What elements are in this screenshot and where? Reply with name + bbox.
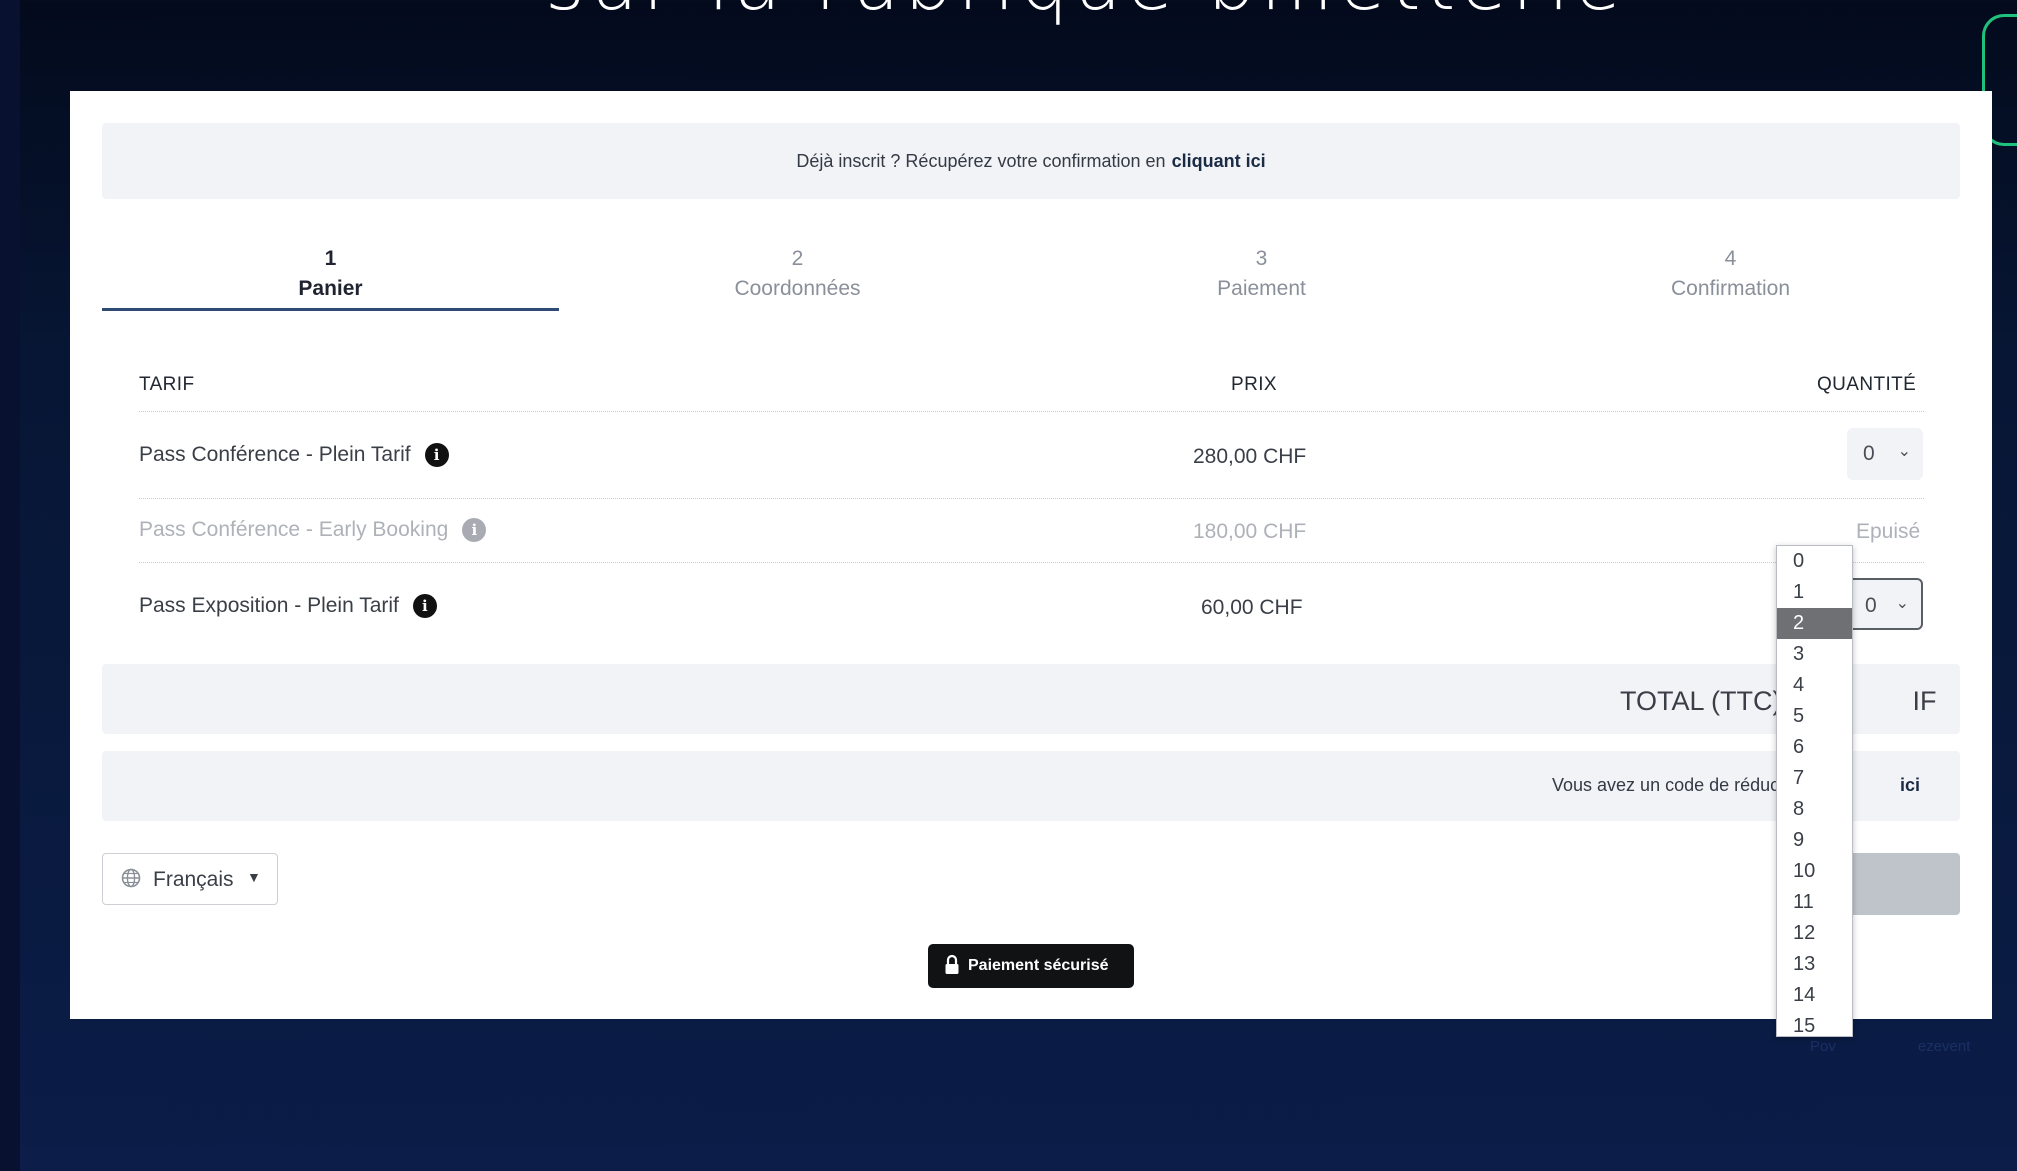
- dropdown-option[interactable]: 15: [1777, 1011, 1852, 1042]
- sold-out-label: Epuisé: [1856, 520, 1921, 543]
- step-cart[interactable]: 1 Panier: [102, 246, 559, 311]
- dropdown-option[interactable]: 3: [1777, 639, 1852, 670]
- dropdown-option[interactable]: 8: [1777, 794, 1852, 825]
- ticket-name: Pass Conférence - Early Booking: [139, 518, 449, 541]
- dropdown-option[interactable]: 7: [1777, 763, 1852, 794]
- dropdown-option[interactable]: 10: [1777, 856, 1852, 887]
- total-value-end: IF: [1912, 686, 1937, 716]
- ticketing-widget: Déjà inscrit ? Récupérez votre confirmat…: [70, 91, 1992, 1019]
- dropdown-option[interactable]: 0: [1777, 546, 1852, 577]
- dropdown-option[interactable]: 1: [1777, 577, 1852, 608]
- powered-by-end: ezevent: [1917, 1038, 1971, 1055]
- chevron-down-icon: ⌄: [1895, 595, 1909, 612]
- column-header-quantite: QUANTITÉ: [1817, 374, 1917, 395]
- step-confirmation[interactable]: 4 Confirmation: [1502, 246, 1959, 308]
- step-label: Confirmation: [1670, 277, 1791, 300]
- lock-icon: [945, 954, 959, 974]
- banner-link[interactable]: cliquant ici: [1172, 151, 1266, 172]
- total-label: TOTAL (TTC): [1620, 686, 1782, 716]
- quantity-select-active[interactable]: 0 ⌄: [1847, 578, 1923, 630]
- dropdown-option[interactable]: 4: [1777, 670, 1852, 701]
- step-label: Coordonnées: [734, 277, 861, 300]
- chevron-down-icon: ⌄: [1897, 443, 1911, 460]
- table-row-name: Pass Conférence - Early Booking i: [139, 518, 487, 543]
- dropdown-option[interactable]: 9: [1777, 825, 1852, 856]
- page-edge: [0, 0, 20, 1171]
- step-details[interactable]: 2 Coordonnées: [569, 246, 1026, 308]
- ticket-price: 180,00 CHF: [1193, 520, 1307, 543]
- table-row-name: Pass Exposition - Plein Tarif i: [139, 594, 437, 619]
- language-label: Français: [153, 868, 234, 891]
- secure-payment-label: Paiement sécurisé: [968, 957, 1109, 974]
- ticket-price: 280,00 CHF: [1193, 445, 1307, 468]
- dropdown-option-highlighted[interactable]: 2: [1777, 608, 1852, 639]
- step-number: 1: [324, 247, 337, 270]
- table-row-name: Pass Conférence - Plein Tarif i: [139, 443, 449, 468]
- step-label: Panier: [298, 277, 363, 300]
- dropdown-option[interactable]: 12: [1777, 918, 1852, 949]
- ticket-price: 60,00 CHF: [1201, 596, 1303, 619]
- step-number: 2: [791, 247, 804, 270]
- caret-down-icon: ▼: [247, 869, 261, 885]
- step-number: 3: [1255, 247, 1268, 270]
- quantity-dropdown-list[interactable]: 0 1 2 3 4 5 6 7 8 9 10 11 12 13 14 15: [1776, 545, 1853, 1037]
- quantity-value: 0: [1865, 594, 1877, 617]
- info-icon[interactable]: i: [424, 443, 449, 468]
- info-icon[interactable]: i: [412, 594, 437, 619]
- language-selector[interactable]: Français ▼: [102, 853, 278, 905]
- hero-headline: sur la rubrique billetterie: [545, 0, 1621, 27]
- globe-icon: [121, 868, 141, 888]
- info-icon[interactable]: i: [462, 518, 487, 543]
- banner-text: Déjà inscrit ? Récupérez votre confirmat…: [796, 150, 1166, 171]
- checkout-steps: 1 Panier 2 Coordonnées 3 Paiement 4 Conf…: [102, 246, 1962, 311]
- ticket-name: Pass Conférence - Plein Tarif: [139, 443, 411, 466]
- dropdown-option[interactable]: 5: [1777, 701, 1852, 732]
- column-header-prix: PRIX: [1231, 374, 1277, 395]
- ticket-name: Pass Exposition - Plein Tarif: [139, 594, 399, 617]
- dropdown-option[interactable]: 13: [1777, 949, 1852, 980]
- quantity-select[interactable]: 0 ⌄: [1847, 428, 1923, 480]
- dropdown-option[interactable]: 14: [1777, 980, 1852, 1011]
- step-payment[interactable]: 3 Paiement: [1033, 246, 1490, 308]
- quantity-value: 0: [1863, 442, 1875, 465]
- step-number: 4: [1724, 247, 1737, 270]
- dropdown-option[interactable]: 11: [1777, 887, 1852, 918]
- column-header-tarif: TARIF: [139, 374, 195, 395]
- promo-link[interactable]: ici: [1900, 775, 1920, 796]
- row-divider: [139, 498, 1924, 499]
- row-divider: [139, 562, 1924, 563]
- row-divider: [139, 411, 1924, 412]
- secure-payment-badge: Paiement sécurisé: [928, 944, 1134, 988]
- dropdown-option[interactable]: 6: [1777, 732, 1852, 763]
- step-label: Paiement: [1217, 277, 1306, 300]
- already-registered-banner: Déjà inscrit ? Récupérez votre confirmat…: [102, 123, 1960, 199]
